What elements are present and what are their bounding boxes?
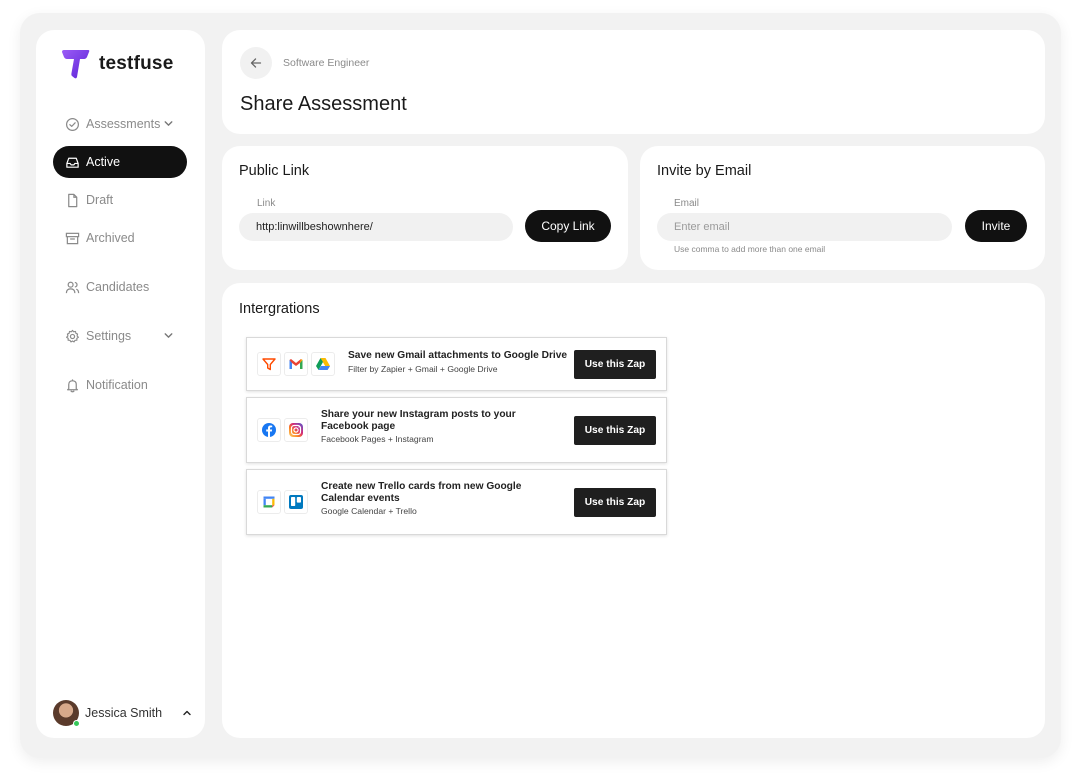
use-zap-button[interactable]: Use this Zap [574, 350, 656, 379]
online-status-dot [73, 720, 80, 727]
page-header: Software Engineer Share Assessment [222, 30, 1045, 134]
invite-title: Invite by Email [657, 163, 752, 179]
sidebar-item-assessments[interactable]: Assessments [53, 108, 187, 140]
check-circle-icon [65, 117, 80, 131]
link-field[interactable]: http:linwillbeshownhere/ [239, 213, 513, 241]
zap-title: Save new Gmail attachments to Google Dri… [348, 350, 568, 361]
integrations-title: Intergrations [239, 301, 320, 317]
sidebar-item-label: Draft [86, 193, 114, 207]
chevron-down-icon[interactable] [162, 117, 175, 130]
zap-subtitle: Facebook Pages + Instagram [321, 434, 434, 444]
gear-icon [66, 329, 79, 342]
use-zap-button[interactable]: Use this Zap [574, 416, 656, 445]
zap-icons [257, 490, 311, 514]
inbox-icon [66, 157, 79, 168]
users-icon [65, 281, 80, 293]
sidebar-item-archived[interactable]: Archived [53, 222, 187, 254]
sidebar-item-candidates[interactable]: Candidates [53, 271, 187, 303]
link-label: Link [257, 198, 276, 209]
arrow-left-icon [250, 58, 262, 68]
chevron-down-icon[interactable] [162, 329, 175, 342]
zap-text: Save new Gmail attachments to Google Dri… [348, 350, 588, 374]
zap-text: Share your new Instagram posts to your F… [321, 409, 561, 444]
public-link-title: Public Link [239, 163, 310, 179]
email-hint: Use comma to add more than one email [674, 244, 826, 254]
breadcrumb[interactable]: Software Engineer [283, 57, 369, 69]
zap-icons [257, 352, 338, 376]
app-name: testfuse [99, 53, 174, 74]
zap-subtitle: Filter by Zapier + Gmail + Google Drive [348, 363, 498, 374]
zap-title: Create new Trello cards from new Google … [321, 481, 522, 504]
archive-icon [65, 232, 80, 244]
zap-item[interactable]: Create new Trello cards from new Google … [246, 469, 667, 535]
integrations-card: Intergrations Save new Gmail attachments… [222, 283, 1045, 738]
instagram-icon [284, 418, 308, 442]
sidebar-item-settings[interactable]: Settings [53, 320, 187, 352]
zap-icons [257, 418, 311, 442]
logo[interactable]: testfuse [61, 49, 173, 79]
sidebar-item-label: Active [86, 155, 121, 169]
chevron-up-icon[interactable] [181, 707, 193, 719]
testfuse-logo-icon [62, 50, 90, 79]
sidebar-item-notification[interactable]: Notification [53, 369, 187, 401]
zap-item[interactable]: Save new Gmail attachments to Google Dri… [246, 337, 667, 391]
sidebar-item-label: Candidates [86, 280, 150, 294]
invite-button[interactable]: Invite [965, 210, 1027, 242]
zap-text: Create new Trello cards from new Google … [321, 481, 561, 516]
google-drive-icon [311, 352, 335, 376]
public-link-card: Public Link Link http:linwillbeshownhere… [222, 146, 628, 270]
sidebar-item-label: Settings [86, 329, 132, 343]
zap-title: Share your new Instagram posts to your F… [321, 409, 516, 432]
sidebar-item-draft[interactable]: Draft [53, 184, 187, 216]
page-title: Share Assessment [240, 93, 407, 115]
copy-link-button[interactable]: Copy Link [525, 210, 611, 242]
user-name: Jessica Smith [85, 706, 163, 720]
google-calendar-icon [257, 490, 281, 514]
email-label: Email [674, 198, 700, 209]
zap-item[interactable]: Share your new Instagram posts to your F… [246, 397, 667, 463]
sidebar-item-label: Notification [86, 378, 148, 392]
sidebar: testfuse Assessments Active Draft Archiv… [36, 30, 205, 738]
invite-email-card: Invite by Email Email Enter email Use co… [640, 146, 1045, 270]
file-icon [68, 193, 78, 207]
facebook-icon [257, 418, 281, 442]
sidebar-item-label: Archived [86, 231, 135, 245]
email-field[interactable]: Enter email [657, 213, 952, 241]
zap-subtitle: Google Calendar + Trello [321, 506, 417, 516]
bell-icon [67, 378, 78, 392]
sidebar-item-active[interactable]: Active [53, 146, 187, 178]
gmail-icon [284, 352, 308, 376]
user-menu[interactable]: Jessica Smith [53, 700, 193, 727]
back-button[interactable] [240, 47, 272, 79]
filter-icon [257, 352, 281, 376]
trello-icon [284, 490, 308, 514]
avatar [53, 700, 80, 727]
use-zap-button[interactable]: Use this Zap [574, 488, 656, 517]
sidebar-item-label: Assessments [86, 117, 161, 131]
